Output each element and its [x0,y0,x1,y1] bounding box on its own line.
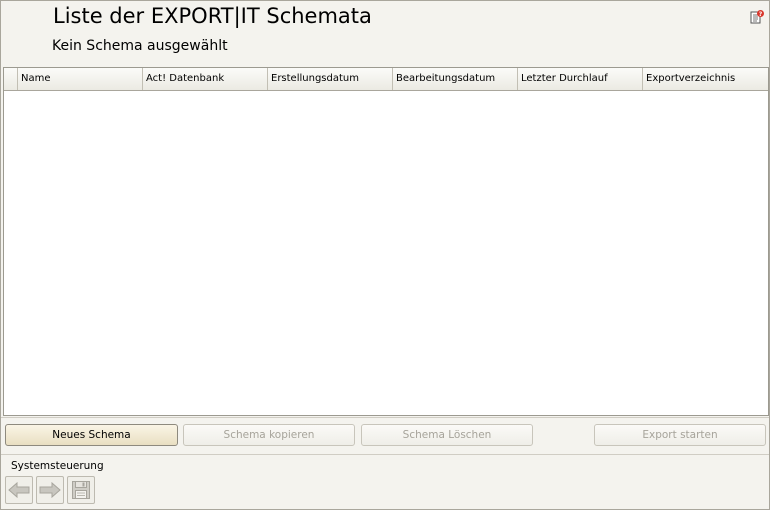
column-header-act-database[interactable]: Act! Datenbank [143,68,268,90]
divider [1,454,769,455]
column-header-created-date[interactable]: Erstellungsdatum [268,68,393,90]
copy-schema-button[interactable]: Schema kopieren [183,424,355,446]
column-header-export-directory[interactable]: Exportverzeichnis [643,68,768,90]
save-disk-icon [72,481,90,499]
page-title: Liste der EXPORT|IT Schemata [53,4,372,28]
system-control-label: Systemsteuerung [11,460,104,472]
back-button[interactable] [5,476,33,504]
help-document-icon[interactable]: ? [749,9,765,25]
save-button[interactable] [67,476,95,504]
delete-schema-button[interactable]: Schema Löschen [361,424,533,446]
row-selector-header[interactable] [4,68,18,90]
new-schema-button[interactable]: Neues Schema [5,424,178,446]
forward-button[interactable] [36,476,64,504]
page-header: Liste der EXPORT|IT Schemata Kein Schema… [1,1,769,65]
arrow-left-icon [8,482,30,498]
schema-list-table[interactable]: Name Act! Datenbank Erstellungsdatum Bea… [3,67,769,416]
arrow-right-icon [39,482,61,498]
column-header-last-run[interactable]: Letzter Durchlauf [518,68,643,90]
column-header-edited-date[interactable]: Bearbeitungsdatum [393,68,518,90]
export-it-window: Liste der EXPORT|IT Schemata Kein Schema… [0,0,770,510]
svg-text:?: ? [759,11,763,18]
divider [1,417,769,420]
page-subtitle: Kein Schema ausgewählt [52,38,228,54]
table-header: Name Act! Datenbank Erstellungsdatum Bea… [4,68,768,91]
start-export-button[interactable]: Export starten [594,424,766,446]
column-header-name[interactable]: Name [18,68,143,90]
